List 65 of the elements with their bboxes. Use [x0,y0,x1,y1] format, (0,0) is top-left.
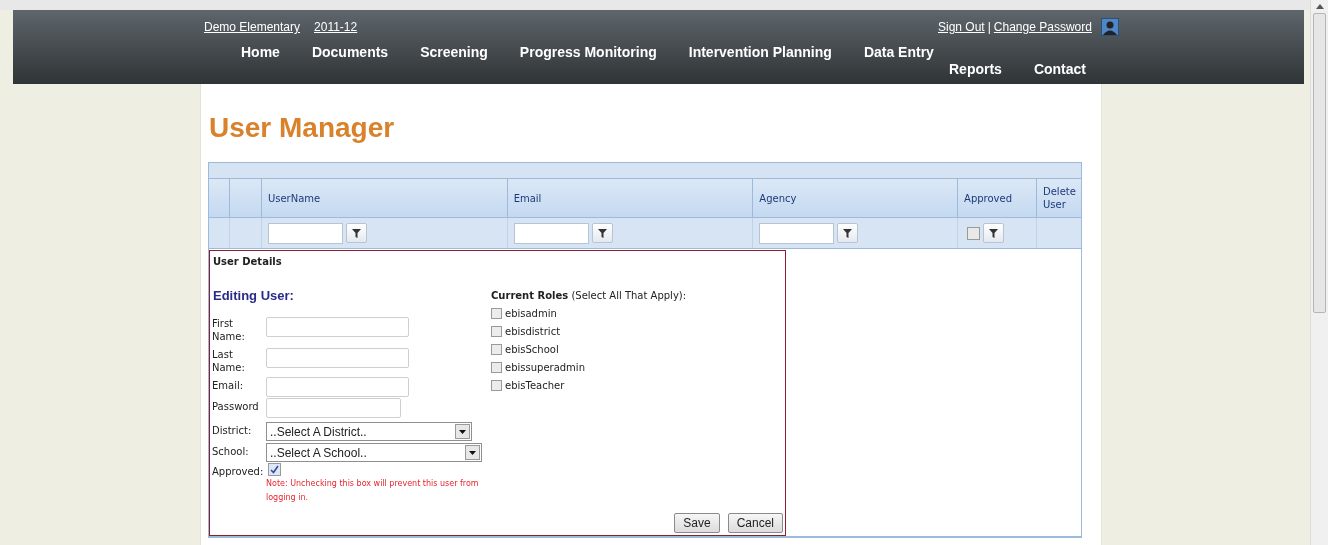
nav-link[interactable]: Intervention Planning [674,44,846,61]
role-label: ebisTeacher [505,379,565,393]
filter-field[interactable] [267,222,343,244]
field-label: Email: [212,379,245,392]
funnel-icon [843,228,853,238]
nav-link[interactable]: Screening [406,44,502,61]
filter-button[interactable] [837,223,859,243]
section-heading: User Details [213,255,282,269]
cancel-button[interactable]: Cancel [727,513,783,533]
roles-heading: Current Roles (Select All That Apply): [491,289,687,303]
warning-note: Note: Unchecking this box will prevent this user from logging in. [266,478,480,504]
field-label: School: [212,445,250,458]
approved-checkbox[interactable] [268,463,281,476]
nav-link[interactable]: Progress Monitoring [505,44,671,61]
field-label: Approved: [212,465,264,478]
role-label: ebissuperadmin [505,361,585,375]
nav-link[interactable]: Home [227,44,294,61]
column-header[interactable]: Approved [964,191,1013,205]
filter-button[interactable] [591,223,613,243]
field-label: Password [212,400,260,413]
scrollbar[interactable] [1310,0,1328,545]
password-field[interactable] [266,398,401,418]
role-checkbox[interactable] [491,308,502,319]
funnel-icon [597,228,607,238]
filter-button[interactable] [983,223,1005,243]
role-label: ebisadmin [505,307,557,321]
column-header[interactable]: UserName [267,191,321,205]
select-dropdown[interactable]: ..Select A School.. [266,443,482,462]
filter-checkbox[interactable] [967,226,981,240]
change-password-link[interactable]: Change Password [993,18,1092,36]
role-checkbox[interactable] [491,362,502,373]
scroll-thumb[interactable] [1313,13,1326,313]
page-title: User Manager [209,112,396,144]
select-dropdown[interactable]: ..Select A District.. [266,422,472,441]
save-button[interactable]: Save [674,513,720,533]
field-label: Last Name: [212,348,246,374]
field-label: First Name: [212,317,246,343]
field-label: District: [212,424,253,437]
form-subheading: Editing User: [213,287,294,305]
filter-button[interactable] [345,223,367,243]
nav-link[interactable]: Documents [297,44,403,61]
text-field[interactable] [266,377,409,397]
text-field[interactable] [266,317,409,337]
funnel-icon [989,228,999,238]
scroll-up-icon[interactable] [1315,3,1324,9]
column-header[interactable]: Delete User [1043,185,1076,211]
role-checkbox[interactable] [491,326,502,337]
role-checkbox[interactable] [491,344,502,355]
column-header[interactable]: Agency [759,191,797,205]
text-field[interactable] [266,348,409,368]
nav-link[interactable]: Data Entry [849,44,948,61]
year-link[interactable]: 2011-12 [314,18,358,36]
nav-link[interactable]: Contact [1019,61,1101,78]
filter-field[interactable] [759,222,835,244]
role-label: ebisSchool [505,343,559,357]
avatar-icon[interactable] [1100,18,1119,36]
filter-field[interactable] [513,222,589,244]
role-checkbox[interactable] [491,380,502,391]
sign-out-link[interactable]: Sign Out [938,18,985,36]
role-label: ebisdistrict [505,325,561,339]
nav-link[interactable]: Reports [935,61,1016,78]
funnel-icon [351,228,361,238]
school-link[interactable]: Demo Elementary [204,18,301,36]
column-header[interactable]: Email [513,191,542,205]
link-separator: | [987,19,991,36]
